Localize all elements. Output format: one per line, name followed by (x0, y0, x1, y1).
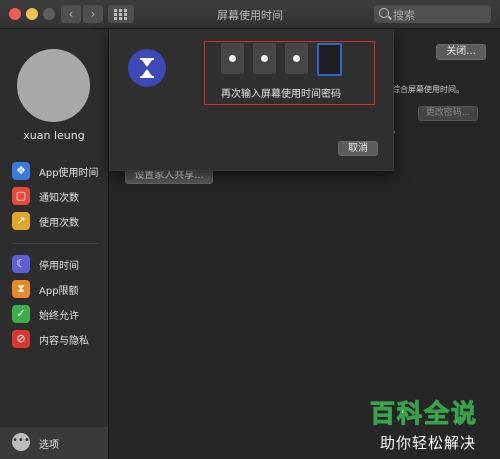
watermark-title: 百科全说 (369, 399, 479, 429)
layers-icon: ❖ (12, 162, 30, 180)
sidebar-item-label: 停用时间 (39, 261, 79, 272)
sidebar-item-pickups[interactable]: ↗ 使用次数 (12, 211, 108, 231)
title-bar: ‹ › 屏幕使用时间 搜索 (0, 0, 500, 29)
screen-time-icon (128, 49, 166, 87)
sidebar-item-label: App限额 (39, 286, 79, 297)
sidebar: xuan leung ❖ App使用时间 ▢ 通知次数 ↗ 使用次数 ☾ 停用时… (0, 29, 109, 459)
description-text: 综合屏幕使用时间。 (392, 85, 464, 94)
search-placeholder: 搜索 (393, 9, 415, 22)
watermark: 百科全说 助你轻松解决 (366, 391, 500, 459)
sidebar-item-label: App使用时间 (39, 168, 99, 179)
sidebar-item-options[interactable]: ••• 选项 (0, 427, 108, 459)
moon-icon: ☾ (12, 255, 30, 273)
sidebar-item-app-usage[interactable]: ❖ App使用时间 (12, 161, 108, 181)
sidebar-item-label: 通知次数 (39, 193, 79, 204)
search-icon (379, 8, 389, 18)
watermark-subtitle: 助你轻松解决 (380, 434, 477, 452)
username: xuan leung (23, 129, 85, 142)
sidebar-item-app-limits[interactable]: ⧗ App限额 (12, 279, 108, 299)
ellipsis-icon: ••• (12, 433, 30, 451)
hourglass-icon (140, 58, 154, 78)
sidebar-item-label: 始终允许 (39, 311, 79, 322)
family-sharing-button[interactable]: 设置家人共享... (125, 170, 213, 184)
pickup-icon: ↗ (12, 212, 30, 230)
no-entry-icon: ⊘ (12, 330, 30, 348)
hourglass-icon: ⧗ (12, 280, 30, 298)
sidebar-divider (12, 243, 98, 244)
sidebar-item-label: 选项 (39, 440, 59, 451)
sidebar-item-label: 内容与隐私 (39, 336, 89, 347)
search-field[interactable]: 搜索 (374, 5, 491, 23)
cancel-button[interactable]: 取消 (338, 141, 378, 156)
turn-off-button[interactable]: 关闭... (436, 44, 486, 60)
checkmark-icon: ✓ (12, 305, 30, 323)
sidebar-item-label: 使用次数 (39, 218, 79, 229)
change-passcode-button[interactable]: 更改密码... (418, 106, 478, 121)
avatar[interactable] (17, 49, 90, 122)
sidebar-item-always-allowed[interactable]: ✓ 始终允许 (12, 304, 108, 324)
annotation-highlight (204, 41, 375, 105)
sidebar-item-notifications[interactable]: ▢ 通知次数 (12, 186, 108, 206)
sidebar-item-content-privacy[interactable]: ⊘ 内容与隐私 (12, 329, 108, 349)
sidebar-item-downtime[interactable]: ☾ 停用时间 (12, 254, 108, 274)
bell-badge-icon: ▢ (12, 187, 30, 205)
